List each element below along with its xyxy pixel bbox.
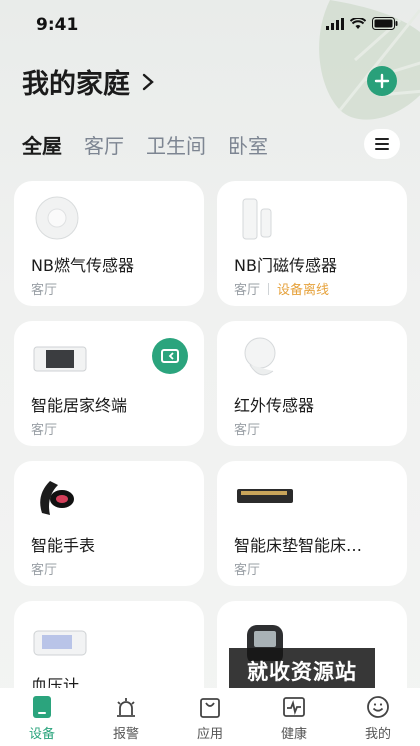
device-room: 客厅 — [234, 283, 261, 298]
device-name: 智能居家终端 — [31, 396, 128, 415]
gas-sensor-image — [35, 196, 79, 240]
smart-mattress-image — [237, 489, 293, 503]
device-card[interactable]: 智能床垫智能床… 客厅 — [217, 461, 407, 586]
device-meta: 客厅 — [31, 279, 57, 298]
home-selector[interactable]: 我的家庭 — [22, 62, 154, 101]
tab-bathroom[interactable]: 卫生间 — [146, 130, 206, 159]
device-room: 客厅 — [31, 423, 58, 438]
tab-all[interactable]: 全屋 — [22, 130, 62, 159]
smile-icon — [367, 696, 389, 718]
device-meta: 客厅 — [31, 419, 57, 438]
wifi-icon — [350, 17, 366, 29]
device-meta: 客厅 设备离线 — [234, 279, 329, 298]
add-device-button[interactable] — [367, 66, 397, 96]
video-icon — [161, 349, 179, 363]
health-icon — [283, 697, 305, 717]
device-meta: 客厅 — [234, 559, 260, 578]
device-name: 智能手表 — [31, 536, 96, 555]
chevron-right-icon — [142, 73, 154, 90]
device-name: NB门磁传感器 — [234, 256, 337, 275]
tab-bedroom[interactable]: 卧室 — [228, 130, 268, 159]
smart-watch-image — [40, 481, 74, 515]
bag-icon — [200, 698, 220, 718]
blood-pressure-monitor-image — [33, 630, 87, 656]
infrared-sensor-image — [244, 337, 276, 376]
device-meta: 客厅 — [31, 559, 57, 578]
alarm-icon — [117, 698, 135, 717]
battery-icon — [372, 17, 398, 30]
plus-icon — [374, 73, 390, 89]
device-card[interactable]: 红外传感器 客厅 — [217, 321, 407, 446]
status-bar: 9:41 — [0, 0, 420, 50]
nav-label: 健康 — [280, 727, 307, 742]
tab-living-room[interactable]: 客厅 — [84, 130, 124, 159]
nav-apps[interactable]: 应用 — [168, 688, 252, 746]
meta-divider — [268, 282, 270, 295]
signal-icon — [326, 17, 344, 30]
device-icon — [33, 696, 51, 718]
nav-health[interactable]: 健康 — [252, 688, 336, 746]
room-tabs: 全屋 客厅 卫生间 卧室 — [22, 130, 268, 159]
device-room: 客厅 — [31, 283, 58, 298]
nav-label: 我的 — [364, 727, 391, 742]
device-card[interactable]: 智能居家终端 客厅 — [14, 321, 204, 446]
nav-device[interactable]: 设备 — [0, 688, 84, 746]
nav-label: 报警 — [112, 727, 139, 742]
device-card[interactable]: NB燃气传感器 客厅 — [14, 181, 204, 306]
video-call-button[interactable] — [152, 338, 188, 374]
status-time: 9:41 — [36, 15, 79, 35]
device-card[interactable]: 智能手表 客厅 — [14, 461, 204, 586]
nav-alarm[interactable]: 报警 — [84, 688, 168, 746]
device-status: 设备离线 — [277, 283, 330, 298]
room-menu-button[interactable] — [364, 129, 400, 159]
status-icons — [326, 17, 398, 30]
home-terminal-image — [33, 346, 87, 372]
device-room: 客厅 — [234, 563, 261, 578]
menu-icon — [375, 138, 389, 150]
bottom-nav: 设备 报警 应用 健康 我的 — [0, 688, 420, 746]
device-room: 客厅 — [234, 423, 261, 438]
page-title: 我的家庭 — [22, 69, 130, 100]
nav-label: 设备 — [28, 727, 55, 742]
device-room: 客厅 — [31, 563, 58, 578]
device-meta: 客厅 — [234, 419, 260, 438]
device-name: NB燃气传感器 — [31, 256, 134, 275]
device-name: 智能床垫智能床… — [234, 536, 363, 555]
nav-mine[interactable]: 我的 — [336, 688, 420, 746]
device-card[interactable]: NB门磁传感器 客厅 设备离线 — [217, 181, 407, 306]
door-sensor-image — [242, 198, 272, 240]
nav-label: 应用 — [196, 727, 223, 742]
device-name: 红外传感器 — [234, 396, 315, 415]
